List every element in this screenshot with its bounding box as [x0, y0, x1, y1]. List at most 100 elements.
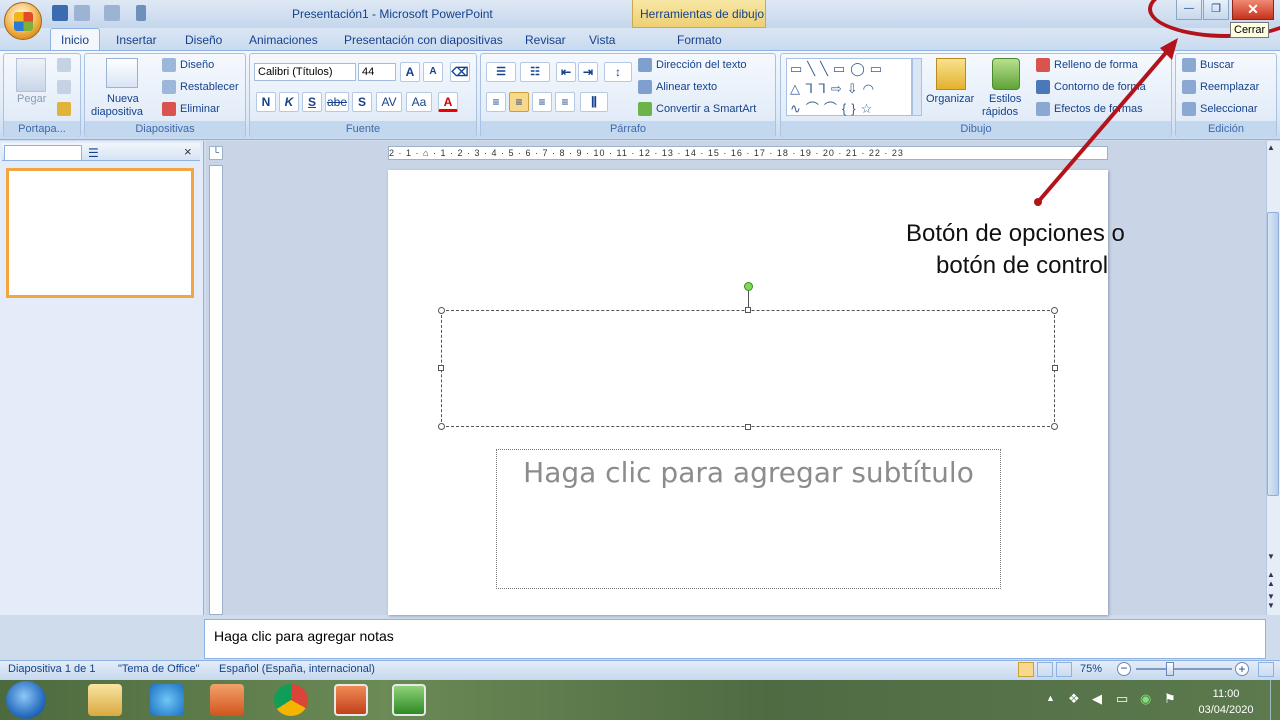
smartart-icon[interactable] — [638, 102, 652, 116]
new-slide-icon[interactable] — [106, 58, 138, 88]
panel-close-button[interactable]: × — [184, 144, 192, 159]
undo-icon[interactable] — [74, 5, 90, 21]
resize-handle-bl[interactable] — [438, 423, 445, 430]
align-text-icon[interactable] — [638, 80, 652, 94]
increase-indent-icon[interactable]: ⇥ — [578, 62, 598, 82]
tab-revisar[interactable]: Revisar — [515, 31, 576, 49]
subtitle-placeholder-text[interactable]: Haga clic para agregar subtítulo — [496, 456, 1001, 489]
scroll-down-icon[interactable]: ▼ — [1267, 552, 1279, 564]
layout-icon[interactable] — [162, 58, 176, 72]
resize-handle-r[interactable] — [1052, 365, 1058, 371]
delete-icon[interactable] — [162, 102, 176, 116]
app-tray-icon[interactable]: ◉ — [1140, 691, 1151, 707]
font-size-combo[interactable]: 44 — [358, 63, 396, 81]
columns-icon[interactable]: ⫼ — [580, 92, 608, 112]
format-painter-icon[interactable] — [57, 102, 71, 116]
resize-handle-br[interactable] — [1051, 423, 1058, 430]
numbering-icon[interactable]: ☷ — [520, 62, 550, 82]
copy-icon[interactable] — [57, 80, 71, 94]
smartart-button[interactable]: Convertir a SmartArt — [656, 103, 756, 115]
redo-icon[interactable] — [104, 5, 120, 21]
text-direction-icon[interactable] — [638, 58, 652, 72]
tab-formato[interactable]: Formato — [667, 31, 732, 49]
notes-placeholder[interactable]: Haga clic para agregar notas — [214, 628, 394, 644]
camtasia-taskbar-icon[interactable] — [392, 684, 426, 716]
normal-view-icon[interactable] — [1018, 662, 1034, 677]
next-slide-icon[interactable]: ▼ ▼ — [1267, 592, 1279, 612]
line-spacing-icon[interactable]: ↕ — [604, 62, 632, 82]
chrome-icon[interactable] — [274, 684, 308, 716]
quick-styles-icon[interactable] — [992, 58, 1020, 90]
explorer-icon[interactable] — [88, 684, 122, 716]
align-left-icon[interactable]: ≡ — [486, 92, 506, 112]
fit-to-window-icon[interactable] — [1258, 662, 1274, 677]
arrange-button[interactable]: Organizar — [926, 93, 974, 105]
slideshow-view-icon[interactable] — [1056, 662, 1072, 677]
paste-button[interactable]: Pegar — [17, 93, 46, 105]
italic-button[interactable]: K — [279, 92, 299, 112]
clear-format-icon[interactable]: ⌫ — [450, 62, 470, 82]
title-placeholder[interactable] — [441, 310, 1055, 427]
reset-icon[interactable] — [162, 80, 176, 94]
shrink-font-icon[interactable]: A — [423, 62, 443, 82]
tab-selector[interactable]: └ — [209, 146, 223, 160]
paste-icon[interactable] — [16, 58, 46, 92]
find-button[interactable]: Buscar — [1200, 59, 1234, 71]
zoom-slider-knob[interactable] — [1166, 662, 1174, 676]
quick-styles-label-2[interactable]: rápidos — [982, 106, 1018, 118]
zoom-slider[interactable] — [1136, 668, 1232, 670]
resize-handle-tr[interactable] — [1051, 307, 1058, 314]
action-center-icon[interactable]: ⚑ — [1164, 691, 1176, 707]
tray-expand-icon[interactable]: ▲ — [1046, 693, 1055, 703]
scrollbar-thumb[interactable] — [1267, 212, 1279, 496]
cut-icon[interactable] — [57, 58, 71, 72]
save-icon[interactable] — [52, 5, 68, 21]
tab-outline[interactable]: ☰ — [88, 146, 99, 160]
strikethrough-button[interactable]: abe — [325, 92, 349, 112]
tab-diseno[interactable]: Diseño — [175, 31, 232, 49]
language-indicator[interactable]: Español (España, internacional) — [219, 663, 375, 675]
start-button[interactable] — [6, 681, 46, 719]
zoom-in-icon[interactable]: + — [1235, 662, 1249, 676]
reset-button[interactable]: Restablecer — [180, 81, 239, 93]
resize-handle-b[interactable] — [745, 424, 751, 430]
media-player-icon[interactable] — [210, 684, 244, 716]
shapes-gallery-scroll[interactable] — [912, 58, 922, 116]
show-desktop-button[interactable] — [1270, 680, 1280, 720]
bold-button[interactable]: N — [256, 92, 276, 112]
clock[interactable]: 11:00 03/04/2020 — [1198, 686, 1254, 718]
layout-button[interactable]: Diseño — [180, 59, 214, 71]
prev-slide-icon[interactable]: ▲ ▲ — [1267, 570, 1279, 590]
sorter-view-icon[interactable] — [1037, 662, 1053, 677]
quick-styles-label-1[interactable]: Estilos — [989, 93, 1021, 105]
align-right-icon[interactable]: ≡ — [532, 92, 552, 112]
shadow-button[interactable]: S — [352, 92, 372, 112]
resize-handle-l[interactable] — [438, 365, 444, 371]
text-direction-button[interactable]: Dirección del texto — [656, 59, 747, 71]
theme-name[interactable]: "Tema de Office" — [118, 663, 200, 675]
resize-handle-tl[interactable] — [438, 307, 445, 314]
replace-button[interactable]: Reemplazar — [1200, 81, 1259, 93]
delete-button[interactable]: Eliminar — [180, 103, 220, 115]
select-button[interactable]: Seleccionar — [1200, 103, 1257, 115]
scroll-up-icon[interactable]: ▲ — [1267, 143, 1279, 155]
rotation-handle[interactable] — [744, 282, 753, 291]
tab-animaciones[interactable]: Animaciones — [239, 31, 328, 49]
customize-qat-icon[interactable] — [136, 5, 146, 21]
new-slide-label-2[interactable]: diapositiva — [91, 106, 143, 118]
powerpoint-taskbar-icon[interactable] — [334, 684, 368, 716]
change-case-button[interactable]: Aa — [406, 92, 432, 112]
new-slide-label-1[interactable]: Nueva — [107, 93, 139, 105]
shapes-gallery[interactable]: ▭╲╲▭◯▭ △ᒣᒣ⇨⇩◠ ∿⌒⌒{}☆ — [786, 58, 912, 116]
zoom-level[interactable]: 75% — [1080, 663, 1102, 675]
tab-inicio[interactable]: Inicio — [50, 28, 101, 50]
internet-explorer-icon[interactable] — [150, 684, 184, 716]
grow-font-icon[interactable]: A — [400, 62, 420, 82]
char-spacing-button[interactable]: AV — [376, 92, 402, 112]
volume-icon[interactable]: ◀ — [1092, 691, 1102, 707]
network-icon[interactable]: ▭ — [1116, 691, 1128, 707]
dropbox-icon[interactable]: ❖ — [1068, 691, 1080, 707]
font-name-combo[interactable]: Calibri (Títulos) — [254, 63, 356, 81]
align-text-button[interactable]: Alinear texto — [656, 81, 717, 93]
decrease-indent-icon[interactable]: ⇤ — [556, 62, 576, 82]
